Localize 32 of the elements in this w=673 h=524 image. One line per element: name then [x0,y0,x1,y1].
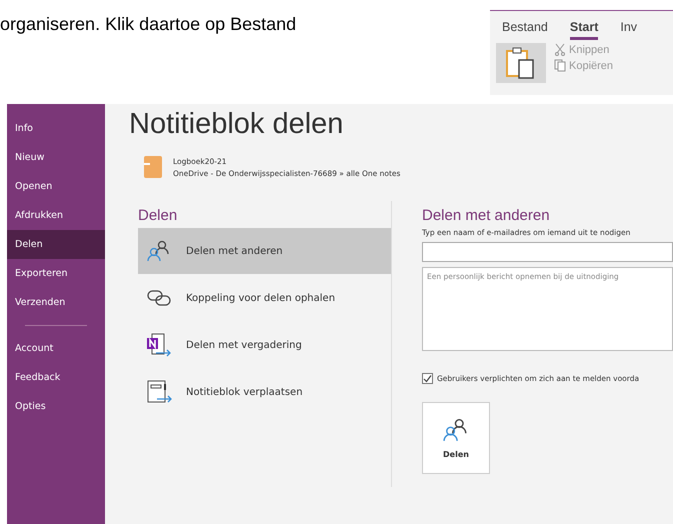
link-icon [146,289,172,307]
sidebar-item[interactable]: Nieuw [7,143,105,172]
page-title: Notitieblok delen [129,108,344,141]
share-option[interactable]: Notitieblok verplaatsen [138,369,391,415]
panel-heading: Delen met anderen [422,207,550,224]
share-button[interactable]: Delen [422,402,490,474]
sidebar-item[interactable]: Afdrukken [7,201,105,230]
sidebar-item[interactable]: Feedback [7,363,105,392]
sidebar-item[interactable]: Verzenden [7,288,105,317]
share-option[interactable]: Delen met anderen [138,228,391,274]
sidebar-item[interactable]: Delen [7,230,105,259]
copy-icon [554,59,566,72]
invite-input[interactable] [422,242,673,262]
scissors-icon [554,43,566,56]
ribbon-tab[interactable]: Start [570,20,598,40]
sidebar-item[interactable]: Account [7,334,105,363]
sidebar-item[interactable]: Info [7,114,105,143]
document-text: organiseren. Klik daartoe op Bestand [0,14,296,35]
people-icon [443,418,469,442]
section-heading: Delen [138,207,178,224]
share-option[interactable]: Koppeling voor delen ophalen [138,275,391,321]
sidebar-item[interactable]: Exporteren [7,259,105,288]
ribbon-tab[interactable]: Bestand [502,20,548,40]
paste-button[interactable] [496,43,546,83]
sidebar-item[interactable]: Openen [7,172,105,201]
checkbox[interactable] [422,373,433,384]
sidebar-item[interactable]: Opties [7,392,105,421]
ribbon-tab[interactable]: Inv [620,20,638,40]
notebook-icon [143,155,163,179]
share-option[interactable]: Delen met vergadering [138,322,391,368]
onenote-meeting-icon [146,332,172,358]
notebook-move-icon [146,379,172,405]
